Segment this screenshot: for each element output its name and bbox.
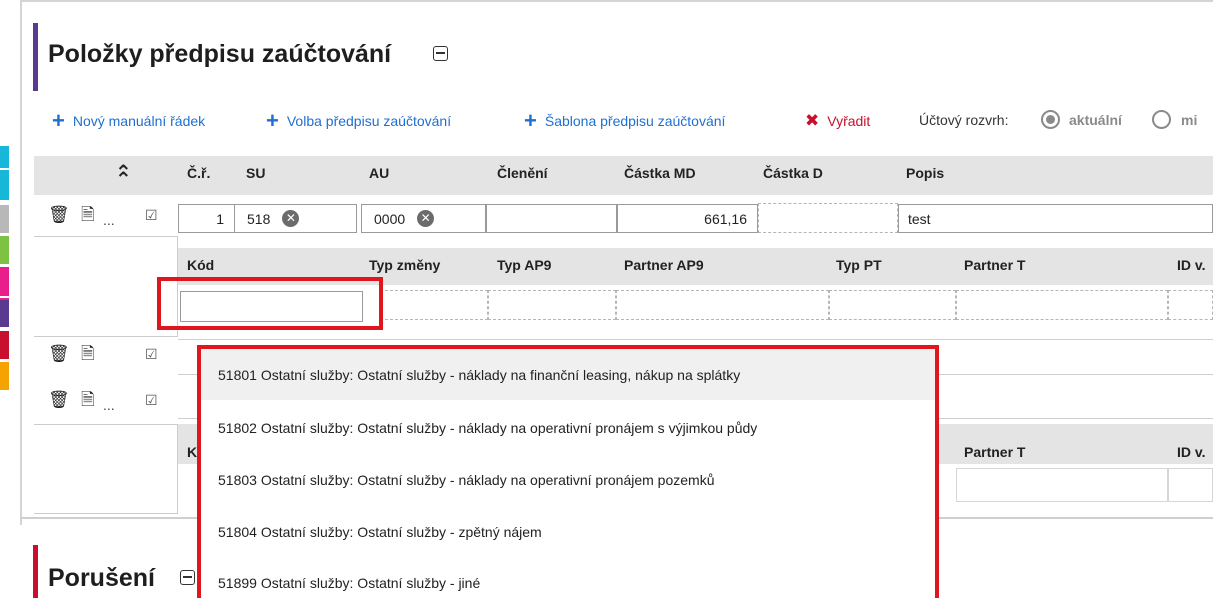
remove-label: Vyřadit	[827, 113, 871, 129]
template-label: Šablona předpisu zaúčtování	[544, 113, 726, 129]
code-highlight-box	[157, 277, 383, 330]
dropdown-option[interactable]: 51899 Ostatní služby: Ostatní služby - j…	[201, 557, 935, 608]
row-no-field[interactable]: 1	[178, 204, 235, 233]
checklist-icon[interactable]: ☑	[145, 207, 158, 224]
document-icon[interactable]: 🗎	[81, 206, 95, 223]
plus-icon: +	[266, 108, 279, 133]
section-frame-left	[20, 0, 22, 525]
section-frame-top	[20, 0, 1213, 2]
remove-button[interactable]: ✖ Vyřadit	[805, 111, 871, 130]
color-strip-1	[0, 146, 9, 168]
col-amount-md: Částka MD	[624, 165, 696, 181]
color-strip-8	[0, 331, 9, 359]
color-strip-7	[0, 300, 9, 327]
section2-title: Porušení	[48, 564, 155, 592]
select-rule-label: Volba předpisu zaúčtování	[286, 113, 452, 129]
radio-other[interactable]	[1152, 110, 1171, 129]
radio-other-label: mi	[1181, 112, 1198, 128]
trash-icon[interactable]: 🗑	[48, 206, 70, 223]
clear-icon[interactable]: ✕	[282, 210, 300, 227]
pt-type-field[interactable]	[829, 290, 956, 320]
checklist-icon[interactable]: ☑	[145, 392, 158, 409]
row-more[interactable]: ...	[103, 212, 115, 228]
col-description: Popis	[906, 165, 945, 181]
col-id: ID v.	[1177, 257, 1206, 273]
document-icon[interactable]: 🗎	[81, 345, 95, 362]
expand-all-icon-2: ⌃	[115, 169, 132, 191]
document-icon[interactable]: 🗎	[81, 391, 95, 408]
amount-md-value: 661,16	[704, 210, 747, 227]
col-ap9-type: Typ AP9	[497, 257, 552, 273]
amount-md-field[interactable]: 661,16	[617, 204, 758, 233]
color-strip-2	[0, 170, 9, 200]
col-breakdown: Členění	[497, 165, 548, 181]
color-strip-4	[0, 236, 9, 264]
chart-of-accounts-label: Účtový rozvrh:	[919, 112, 1009, 128]
col-id-2: ID v.	[1177, 444, 1206, 460]
title-accent-bar	[33, 23, 38, 91]
trash-icon[interactable]: 🗑	[48, 345, 70, 362]
col-t-partner-2: Partner T	[964, 444, 1026, 460]
su-value: 518	[247, 210, 271, 227]
row-no-value: 1	[216, 210, 224, 227]
id-field[interactable]	[1168, 290, 1213, 320]
color-strip-3	[0, 205, 9, 233]
dropdown-option[interactable]: 51801 Ostatní služby: Ostatní služby - n…	[201, 349, 935, 400]
id-field-2[interactable]	[1168, 468, 1213, 502]
col-change-type: Typ změny	[369, 257, 441, 273]
col-row-no: Č.ř.	[187, 165, 211, 181]
clear-icon[interactable]: ✕	[417, 210, 435, 227]
section2-accent-bar	[33, 545, 38, 598]
checklist-icon[interactable]: ☑	[145, 346, 158, 363]
t-partner-field[interactable]	[956, 290, 1168, 320]
t-partner-field-2[interactable]	[956, 468, 1168, 502]
plus-icon: +	[524, 108, 537, 133]
sub-grid-left-2	[34, 424, 178, 514]
row-2-divider	[178, 339, 1213, 340]
close-icon: ✖	[805, 111, 820, 130]
change-type-field[interactable]	[380, 290, 488, 320]
col-pt-type: Typ PT	[836, 257, 882, 273]
dropdown-option[interactable]: 51804 Ostatní služby: Ostatní služby - z…	[201, 506, 935, 557]
trash-icon[interactable]: 🗑	[48, 391, 70, 408]
breakdown-field[interactable]	[486, 204, 617, 233]
select-rule-button[interactable]: + Volba předpisu zaúčtování	[266, 108, 452, 133]
col-amount-d: Částka D	[763, 165, 823, 181]
color-strip-9	[0, 362, 9, 390]
section-title: Položky předpisu zaúčtování	[48, 40, 392, 68]
au-value: 0000	[374, 210, 406, 227]
plus-icon: +	[52, 108, 65, 133]
collapse-icon[interactable]	[180, 570, 195, 585]
col-ap9-partner: Partner AP9	[624, 257, 704, 273]
ap9-partner-field[interactable]	[616, 290, 829, 320]
description-value: test	[908, 210, 931, 227]
code-dropdown[interactable]: 51801 Ostatní služby: Ostatní služby - n…	[197, 345, 939, 598]
su-field[interactable]: 518 ✕	[234, 204, 357, 233]
col-t-partner: Partner T	[964, 257, 1026, 273]
collapse-icon[interactable]	[433, 46, 448, 61]
new-manual-row-label: Nový manuální řádek	[72, 113, 206, 129]
amount-d-field[interactable]	[758, 203, 898, 233]
new-manual-row-button[interactable]: + Nový manuální řádek	[52, 108, 206, 133]
template-button[interactable]: + Šablona předpisu zaúčtování	[524, 108, 726, 133]
au-field[interactable]: 0000 ✕	[361, 204, 486, 233]
row-more[interactable]: ...	[103, 397, 115, 413]
ap9-type-field[interactable]	[488, 290, 616, 320]
col-code-2: K	[187, 444, 198, 460]
description-field[interactable]: test	[898, 204, 1213, 233]
radio-current-label: aktuální	[1069, 112, 1122, 128]
dropdown-option[interactable]: 51802 Ostatní služby: Ostatní služby - n…	[201, 402, 935, 453]
col-au: AU	[369, 165, 390, 181]
radio-current[interactable]	[1041, 110, 1060, 129]
col-su: SU	[246, 165, 266, 181]
col-code: Kód	[187, 257, 215, 273]
dropdown-option[interactable]: 51803 Ostatní služby: Ostatní služby - n…	[201, 454, 935, 505]
color-strip-5	[0, 267, 9, 296]
